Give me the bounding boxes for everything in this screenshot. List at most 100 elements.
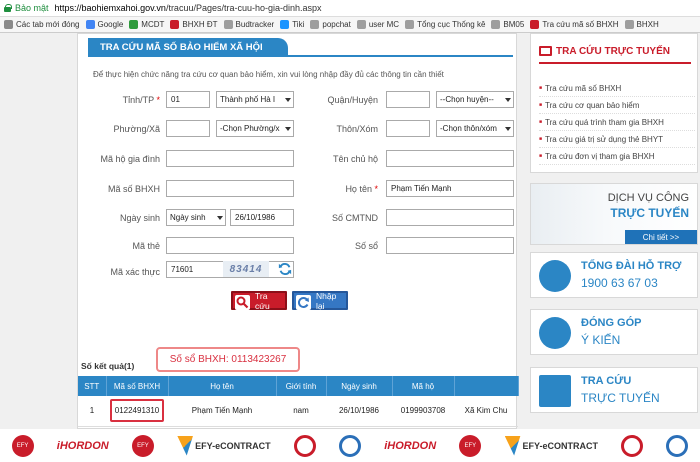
bookmark-item[interactable]: BHXH ĐT: [170, 20, 218, 29]
sidebar-link[interactable]: Tra cứu giá trị sử dụng thẻ BHYT: [539, 131, 695, 148]
form-intro: Để thực hiện chức năng tra cứu cơ quan b…: [93, 70, 444, 79]
label-thon: Thôn/Xóm: [336, 124, 378, 134]
thon-code-input[interactable]: [386, 120, 430, 137]
table-cell: 0199903708: [392, 396, 454, 427]
bookmark-item[interactable]: user MC: [356, 20, 399, 29]
lookup-sub: TRỰC TUYẾN: [581, 391, 660, 405]
bookmark-item[interactable]: Tra cứu mã số BHXH: [530, 20, 619, 29]
bookmark-favicon-icon: [624, 20, 634, 29]
efy-logo: EFY: [131, 434, 154, 457]
public-service-banner[interactable]: DỊCH VỤ CÔNG TRỰC TUYẾN Chi tiết >>: [530, 183, 698, 245]
bookmark-item[interactable]: BM05: [491, 20, 524, 29]
bookmark-favicon-icon: [223, 20, 233, 29]
column-header: Giới tính: [276, 376, 327, 396]
cmtnd-input[interactable]: [386, 209, 514, 226]
bookmark-item[interactable]: Các tab mới đóng: [4, 20, 80, 29]
chu-ho-input[interactable]: [386, 150, 514, 167]
table-cell: 26/10/1986: [326, 396, 392, 427]
online-lookup-banner[interactable]: TRA CỨU TRỰC TUYẾN: [530, 367, 698, 413]
search-button[interactable]: Tra cứu: [231, 291, 287, 311]
hotline-number: 1900 63 67 03: [581, 276, 658, 290]
seal-icon: [293, 434, 316, 457]
efy-logo: EFY: [11, 434, 34, 457]
sidebar-link[interactable]: Tra cứu quá trình tham gia BHXH: [539, 114, 695, 131]
table-cell: 0122491310: [106, 396, 168, 427]
bookmark-item[interactable]: Budtracker: [223, 20, 274, 29]
label-ma-the: Mã thẻ: [132, 241, 160, 251]
address-bar[interactable]: Bảo mật https://baohiemxahoi.gov.vn/trac…: [0, 0, 700, 17]
bookmark-favicon-icon: [4, 20, 13, 29]
highlighted-bhxh-code: 0122491310: [109, 399, 165, 423]
hotline-banner[interactable]: TỔNG ĐÀI HỖ TRỢ 1900 63 67 03: [530, 252, 698, 298]
table-cell: Phạm Tiến Mạnh: [168, 396, 276, 427]
bookmark-item[interactable]: Tổng cục Thống kê: [405, 20, 485, 29]
dv-line1: DỊCH VỤ CÔNG: [607, 192, 689, 204]
bookmark-item[interactable]: MCDT: [129, 20, 164, 29]
result-count: Số kết quả(1): [81, 361, 135, 371]
dv-more-link[interactable]: Chi tiết >>: [625, 230, 697, 244]
column-header: Ngày sinh: [326, 376, 393, 396]
ngay-sinh-type-select[interactable]: Ngày sinh: [166, 209, 226, 226]
sidebar-links: Tra cứu mã số BHXHTra cứu cơ quan bảo hi…: [539, 80, 695, 165]
efy-logo: EFY: [459, 434, 482, 457]
refresh-icon[interactable]: [278, 262, 292, 276]
feedback-title: ĐÓNG GÓP: [581, 317, 642, 329]
bookmark-item[interactable]: BHXH: [624, 20, 659, 29]
ma-ho-input[interactable]: [166, 150, 294, 167]
feedback-banner[interactable]: ĐÓNG GÓP Ý KIẾN: [530, 309, 698, 355]
ho-ten-input[interactable]: Phạm Tiến Mạnh: [386, 180, 514, 197]
column-header: Mã hộ: [392, 376, 455, 396]
bookmark-favicon-icon: [530, 20, 540, 29]
page: TRA CỨU MÃ SỐ BẢO HIỂM XÃ HỘI Để thực hi…: [0, 33, 700, 429]
feedback-sub: Ý KIẾN: [581, 333, 621, 347]
bookmark-item[interactable]: popchat: [310, 20, 351, 29]
chat-bubble-icon: [539, 317, 571, 349]
bookmark-favicon-icon: [356, 20, 366, 29]
table-row[interactable]: 1 0122491310 Phạm Tiến Mạnh nam 26/10/1986 01…: [78, 396, 518, 427]
econtract-logo: EFY-eCONTRACT: [504, 435, 598, 456]
ma-bhxh-input[interactable]: [166, 180, 294, 197]
label-tinh: Tỉnh/TP *: [122, 95, 160, 105]
chevron-down-icon: [505, 98, 511, 102]
label-phuong: Phường/Xã: [113, 124, 160, 134]
quan-select[interactable]: --Chọn huyện--: [436, 91, 514, 108]
tinh-code-input[interactable]: 01: [166, 91, 210, 108]
reset-button[interactable]: Nhập lại: [292, 291, 348, 311]
sidebar-link[interactable]: Tra cứu đơn vị tham gia BHXH: [539, 148, 695, 165]
headset-icon: [539, 260, 571, 292]
results-table: STT Mã số BHXH Họ tên Giới tính Ngày sinh Mã …: [78, 376, 519, 427]
hordon-logo: iHORDON: [56, 439, 109, 452]
label-so-so: Số sổ: [354, 241, 378, 251]
label-captcha: Mã xác thực: [110, 267, 160, 277]
efy-mark-icon: [177, 435, 194, 456]
hordon-logo: iHORDON: [384, 439, 437, 452]
url-text[interactable]: https://baohiemxahoi.gov.vn/tracuu/Pages…: [55, 3, 322, 13]
quan-code-input[interactable]: [386, 91, 430, 108]
hotline-title: TỔNG ĐÀI HỖ TRỢ: [581, 260, 682, 272]
sidebar-link[interactable]: Tra cứu mã số BHXH: [539, 80, 695, 97]
table-header: STT Mã số BHXH Họ tên Giới tính Ngày sinh Mã …: [78, 376, 519, 396]
bhxh-book-callout: Số sổ BHXH: 0113423267: [156, 347, 300, 372]
bookmark-favicon-icon: [170, 20, 180, 29]
bookmark-favicon-icon: [405, 20, 415, 29]
captcha-image: 83414: [223, 261, 269, 277]
phuong-code-input[interactable]: [166, 120, 210, 137]
bookmark-item[interactable]: Tiki: [280, 20, 304, 29]
bookmark-favicon-icon: [129, 20, 139, 29]
tinh-select[interactable]: Thành phố Hà I: [216, 91, 294, 108]
form-title: TRA CỨU MÃ SỐ BẢO HIỂM XÃ HỘI: [88, 38, 288, 56]
thon-select[interactable]: -Chọn thôn/xóm: [436, 120, 514, 137]
phuong-select[interactable]: -Chọn Phường/x: [216, 120, 294, 137]
sidebar-link[interactable]: Tra cứu cơ quan bảo hiểm: [539, 97, 695, 114]
check-badge-icon: [339, 434, 361, 457]
bookmark-item[interactable]: Google: [85, 20, 123, 29]
chevron-down-icon: [217, 216, 223, 220]
ma-the-input[interactable]: [166, 237, 294, 254]
label-ho-ten: Họ tên *: [345, 184, 378, 194]
so-so-input[interactable]: [386, 237, 514, 254]
ngay-sinh-input[interactable]: 26/10/1986: [230, 209, 294, 226]
chevron-down-icon: [505, 127, 511, 131]
label-quan: Quận/Huyện: [327, 95, 378, 105]
label-ngay-sinh: Ngày sinh: [119, 213, 160, 223]
table-body: 1 0122491310 Phạm Tiến Mạnh nam 26/10/1986 01…: [78, 396, 518, 427]
